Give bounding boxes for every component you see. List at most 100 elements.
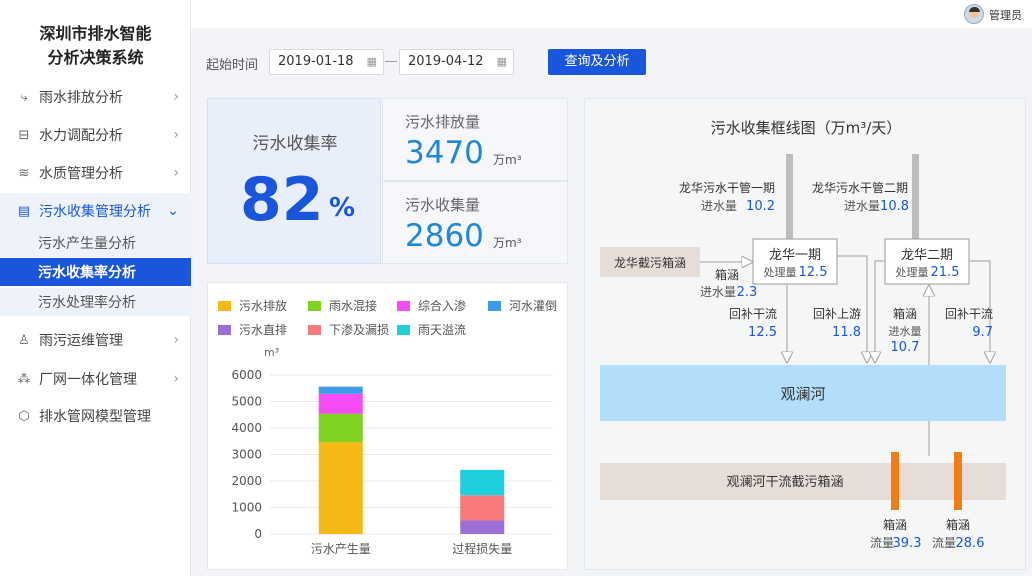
y-tick-label: 5000: [231, 395, 262, 409]
sidebar: 深圳市排水智能 分析决策系统 ⤷ 雨水排放分析 › ⊟ 水力调配分析 › ≋ 水…: [0, 0, 191, 576]
chevron-down-icon: ⌄: [167, 203, 179, 219]
main-pipe-1-bar: [786, 154, 793, 239]
plant-2-cap-label: 处理量: [896, 266, 929, 279]
sidebar-item-maintenance[interactable]: ♙ 雨污运维管理 ›: [0, 322, 191, 358]
plant-1-cap-label: 处理量: [764, 266, 797, 279]
outlet-1-value: 39.3: [893, 536, 922, 551]
outlet-2-bar: [954, 452, 962, 510]
rb4-label: 回补干流: [945, 307, 993, 321]
chevron-right-icon: ›: [173, 165, 179, 181]
main-pipe-2-in-label: 进水量: [844, 199, 880, 213]
main-pipe-1-in-value: 10.2: [746, 199, 775, 214]
bar-segment: [460, 520, 505, 534]
rb2-value: 11.8: [832, 325, 861, 340]
box-in-label: 进水量: [700, 285, 736, 299]
flow-title: 污水收集框线图（万m³/天）: [711, 119, 902, 137]
sidebar-subitem-treatment-rate[interactable]: 污水处理率分析: [0, 288, 191, 316]
sidebar-item-integration[interactable]: ⁂ 厂网一体化管理 ›: [0, 361, 191, 397]
sidebar-item-label: 雨污运维管理: [39, 333, 123, 349]
bar-segment: [318, 393, 363, 414]
box-label: 箱涵: [715, 267, 739, 282]
rb3-label: 箱涵: [893, 306, 917, 321]
sidebar-subitem-label: 污水处理率分析: [38, 295, 136, 311]
sidebar-subitem-label: 污水收集率分析: [38, 265, 136, 281]
avatar-hair: [969, 7, 980, 12]
top-bar: 管理员: [191, 0, 1032, 28]
collection-label: 污水收集量: [405, 196, 481, 214]
water-quality-icon: ≋: [18, 165, 30, 181]
y-tick-label: 1000: [231, 501, 262, 515]
collection-rate-unit: %: [329, 193, 356, 223]
y-axis-unit: m³: [264, 346, 279, 359]
sidebar-item-sewage-collection[interactable]: ▤ 污水收集管理分析 ⌄: [0, 193, 191, 229]
x-tick-label: 过程损失量: [452, 541, 512, 556]
y-tick-label: 6000: [231, 368, 262, 382]
user-icon: ♙: [18, 332, 30, 348]
outlet-1-flow-label: 流量: [870, 536, 894, 550]
discharge-card: 污水排放量 3470 万m³: [382, 98, 568, 181]
cube-icon: ⬡: [18, 408, 30, 424]
date-separator: [385, 61, 397, 62]
outlet-1-bar: [891, 452, 899, 510]
plant-1-cap-value: 12.5: [799, 265, 828, 280]
avatar[interactable]: [964, 4, 984, 24]
query-analyze-button[interactable]: 查询及分析: [548, 49, 646, 75]
user-name[interactable]: 管理员: [989, 7, 1022, 23]
discharge-label: 污水排放量: [405, 113, 481, 131]
y-tick-label: 4000: [231, 421, 262, 435]
chevron-right-icon: ›: [173, 127, 179, 143]
trunk-box-label: 观澜河干流截污箱涵: [726, 474, 843, 490]
y-tick-label: 0: [254, 527, 262, 541]
sidebar-item-water-quality[interactable]: ≋ 水质管理分析 ›: [0, 155, 191, 191]
chevron-right-icon: ›: [173, 332, 179, 348]
y-tick-label: 3000: [231, 448, 262, 462]
sidebar-item-hydraulic[interactable]: ⊟ 水力调配分析 ›: [0, 117, 191, 153]
interceptor-label: 龙华截污箱涵: [614, 255, 686, 270]
discharge-value: 3470: [405, 135, 484, 171]
plant-1-name: 龙华一期: [769, 248, 821, 263]
end-date-input[interactable]: 2019-04-12 ▦: [399, 49, 514, 75]
calendar-icon: ▦: [496, 55, 507, 68]
collection-value: 2860: [405, 218, 484, 254]
rb1-value: 12.5: [748, 325, 777, 340]
app-title-line2: 分析决策系统: [47, 48, 144, 67]
sidebar-item-model[interactable]: ⬡ 排水管网模型管理: [0, 398, 191, 434]
sidebar-subitem-collection-rate[interactable]: 污水收集率分析: [0, 258, 191, 286]
rb2-label: 回补上游: [813, 307, 861, 321]
main-pipe-2-label: 龙华污水干管二期: [812, 180, 908, 195]
main-pipe-1-in-label: 进水量: [701, 199, 737, 213]
rb3-sub-label: 进水量: [889, 325, 922, 338]
bar-segment: [318, 413, 363, 443]
end-date-value: 2019-04-12: [408, 54, 484, 69]
sidebar-item-rain-drain[interactable]: ⤷ 雨水排放分析 ›: [0, 79, 191, 115]
river-label: 观澜河: [780, 385, 825, 403]
stacked-bar-chart-card: 污水排放 雨水混接 综合入渗 河水灌倒 污水直排 下渗及漏损 雨天溢流 m³ 0 1000 200…: [207, 282, 568, 570]
start-date-input[interactable]: 2019-01-18 ▦: [269, 49, 384, 75]
rb4-value: 9.7: [972, 325, 993, 340]
flow-diagram: 污水收集框线图（万m³/天） 龙华污水干管一期 龙华污水干管二期 进水量 10.…: [600, 119, 1006, 551]
sidebar-item-label: 污水收集管理分析: [39, 204, 151, 220]
rb3-value: 10.7: [891, 340, 920, 355]
sidebar-item-label: 排水管网模型管理: [39, 409, 151, 425]
main-pipe-2-in-value: 10.8: [880, 199, 909, 214]
bar-segment: [460, 495, 505, 521]
collection-unit: 万m³: [493, 236, 522, 250]
stacked-bar-chart: m³ 0 1000 2000 3000 4000 5000 6000 污水产生量 过程损失量: [231, 346, 553, 556]
collection-card: 污水收集量 2860 万m³: [382, 181, 568, 264]
chevron-right-icon: ›: [173, 89, 179, 105]
box-in-value: 2.3: [737, 285, 758, 300]
outlet-2-label: 箱涵: [946, 517, 970, 532]
start-date-value: 2019-01-18: [278, 54, 354, 69]
plant-2-name: 龙华二期: [901, 248, 953, 263]
rain-drain-icon: ⤷: [20, 89, 28, 105]
bar-segment: [318, 386, 363, 394]
x-tick-label: 污水产生量: [311, 542, 371, 556]
collection-rate-value: 82: [240, 165, 324, 235]
y-tick-label: 2000: [231, 474, 262, 488]
app-title-line1: 深圳市排水智能: [39, 24, 152, 43]
main-pipe-2-bar: [912, 154, 919, 239]
app-title: 深圳市排水智能 分析决策系统: [0, 22, 191, 70]
outlet-1-label: 箱涵: [883, 517, 907, 532]
sidebar-subitem-production[interactable]: 污水产生量分析: [0, 229, 191, 257]
sidebar-item-label: 水质管理分析: [39, 166, 123, 182]
